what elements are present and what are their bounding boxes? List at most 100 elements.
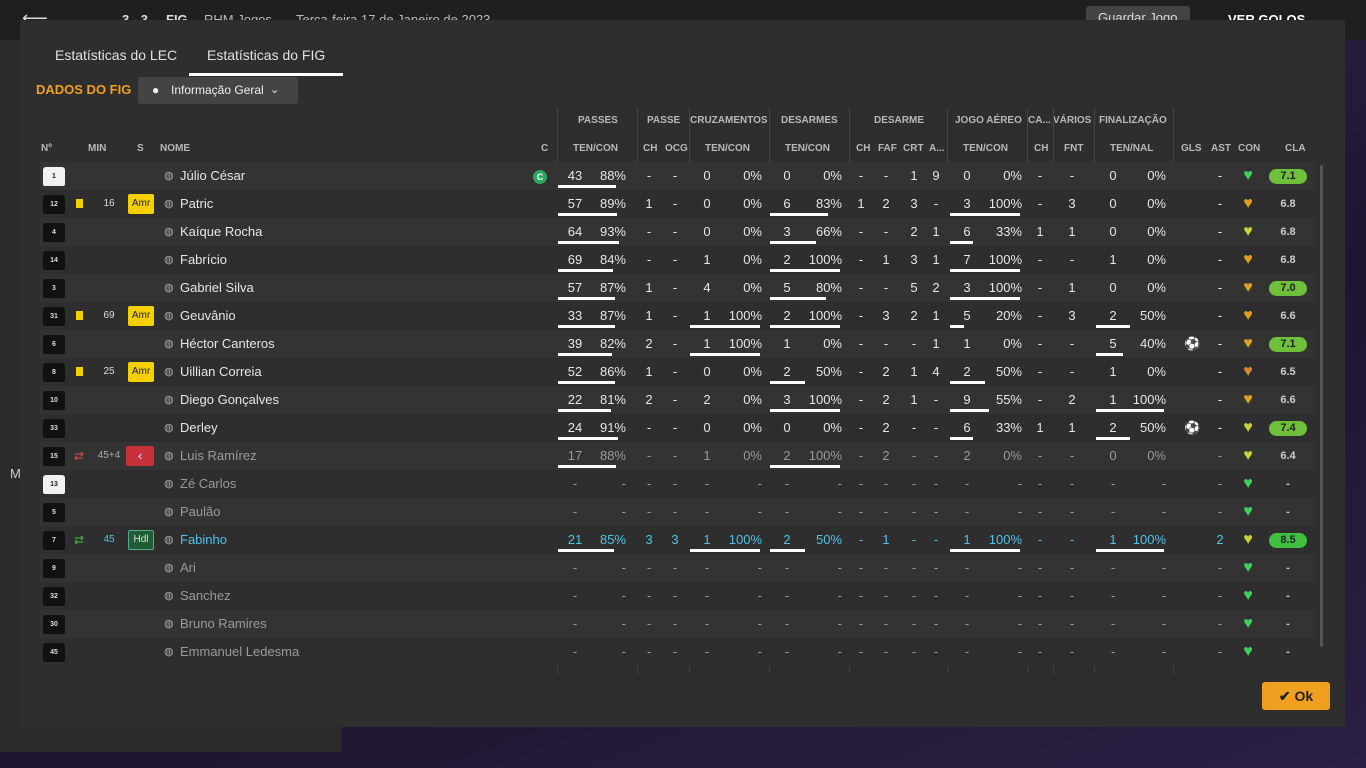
- col-ast[interactable]: AST: [1211, 143, 1231, 154]
- vertical-scrollbar[interactable]: [1320, 165, 1323, 647]
- shirt-number-icon: 4: [43, 223, 65, 242]
- ca-ch-value: -: [1037, 532, 1043, 547]
- player-name[interactable]: Diego Gonçalves: [180, 386, 279, 414]
- col-fin-tennal[interactable]: TEN/NAL: [1110, 143, 1153, 154]
- finalizacao-attempts: 1: [1109, 252, 1117, 267]
- col-passe-ch[interactable]: CH: [643, 143, 657, 154]
- condition-heart-icon: ♥: [1243, 643, 1253, 660]
- col-ca-ch[interactable]: CH: [1034, 143, 1048, 154]
- passe-ocg-value: -: [672, 616, 678, 631]
- col-desarme-ch[interactable]: CH: [856, 143, 870, 154]
- col-crt[interactable]: CRT: [903, 143, 924, 154]
- ast-value: -: [1217, 308, 1223, 323]
- table-row[interactable]: 45 ◍ Emmanuel Ledesma - - - - - - - - - - - - - - - - - - - ♥ -: [40, 638, 1314, 666]
- player-name[interactable]: Kaíque Rocha: [180, 218, 262, 246]
- player-name[interactable]: Patric: [180, 190, 213, 218]
- col-passes-tencon[interactable]: TEN/CON: [573, 143, 618, 154]
- passes-bar: [558, 269, 613, 272]
- ca-ch-value: -: [1037, 588, 1043, 603]
- status-badge: Amr: [128, 306, 154, 326]
- player-name[interactable]: Ari: [180, 554, 196, 582]
- table-row[interactable]: 1 ◍ Júlio César C 43 88% - -0 0% 0 0% - -1 9 0 0% - -0 0% -…: [40, 162, 1314, 190]
- condition-heart-icon: ♥: [1243, 447, 1253, 464]
- shirt-number-icon: 12: [43, 195, 65, 214]
- cruzamentos-attempts: 0: [703, 224, 711, 239]
- tab-lec-stats[interactable]: Estatísticas do LEC: [55, 20, 177, 74]
- col-des-tencon[interactable]: TEN/CON: [785, 143, 830, 154]
- player-name[interactable]: Héctor Canteros: [180, 330, 275, 358]
- passes-bar: [558, 353, 612, 356]
- finalizacao-attempts: 0: [1109, 196, 1117, 211]
- passe-ch-value: 1: [645, 308, 653, 323]
- col-fnt[interactable]: FNT: [1064, 143, 1083, 154]
- crt-value: 1: [910, 168, 918, 183]
- table-row[interactable]: 10 ◍ Diego Gonçalves 22 81% 2-2 0% 3 100% -2 1-9 55…: [40, 386, 1314, 414]
- col-aereo-tencon[interactable]: TEN/CON: [963, 143, 1008, 154]
- table-row[interactable]: 4 ◍ Kaíque Rocha 64 93% - -0 0% 3 66% - -2 1 6 33% 1 1 0 0…: [40, 218, 1314, 246]
- jogo-aereo-attempts: 1: [963, 336, 971, 351]
- fnt-value: 3: [1068, 308, 1076, 323]
- player-name[interactable]: Bruno Ramires: [180, 610, 267, 638]
- tab-fig-stats[interactable]: Estatísticas do FIG: [188, 20, 344, 76]
- col-passe-ocg[interactable]: OCG: [665, 143, 688, 154]
- table-row[interactable]: 30 ◍ Bruno Ramires - - - - - - - - - - - - - - - - - - - ♥ -: [40, 610, 1314, 638]
- col-a[interactable]: A...: [929, 143, 945, 154]
- substitution-in-icon: ⇄: [74, 533, 85, 547]
- col-con[interactable]: CON: [1238, 143, 1260, 154]
- col-cruz-tencon[interactable]: TEN/CON: [705, 143, 750, 154]
- table-row[interactable]: 15 ⇄ 45+4 ‹ ◍ Luis Ramírez 17 88% - -1 0% 2 100% -2- -…: [40, 442, 1314, 470]
- player-name[interactable]: Sanchez: [180, 582, 231, 610]
- shirt-number-icon: 10: [43, 391, 65, 410]
- player-name[interactable]: Derley: [180, 414, 218, 442]
- table-row[interactable]: 7 ⇄ 45 Hdl ◍ Fabinho 21 85% 3 3 1 100% 2 50% -1- -1 100%…: [40, 526, 1314, 554]
- table-row[interactable]: 33 ◍ Derley 24 91% - -0 0% 0 0% -2- -6 33% 1 1 2 50% ⚽ - ♥ 7…: [40, 414, 1314, 442]
- col-cla[interactable]: CLA: [1285, 143, 1306, 154]
- table-row[interactable]: 5 ◍ Paulão - - - - - - - - - - - - - - - - - - - ♥ -: [40, 498, 1314, 526]
- table-row[interactable]: 14 ◍ Fabrício 69 84% - -1 0% 2 100% -1 3 1 7 100% - -1 0%…: [40, 246, 1314, 274]
- col-min[interactable]: MIN: [88, 143, 106, 154]
- cruzamentos-percent: -: [757, 588, 762, 603]
- col-num[interactable]: Nº: [41, 143, 52, 154]
- finalizacao-percent: 0%: [1147, 252, 1166, 267]
- table-row[interactable]: 9 ◍ Ari - - - - - - - - - - - - - - - - - - - ♥ -: [40, 554, 1314, 582]
- table-row[interactable]: 6 ◍ Héctor Canteros 39 82% 2-1 100% 1 0% - - -1 1 0% -…: [40, 330, 1314, 358]
- jogo-aereo-bar: [950, 549, 1020, 552]
- ast-value: -: [1217, 168, 1223, 183]
- ok-button[interactable]: ✔ Ok: [1262, 682, 1330, 710]
- player-name[interactable]: Geuvânio: [180, 302, 236, 330]
- fnt-value: -: [1069, 448, 1075, 463]
- faf-value: -: [883, 588, 889, 603]
- col-c[interactable]: C: [541, 143, 548, 154]
- ast-value: -: [1217, 616, 1223, 631]
- col-nome[interactable]: NOME: [160, 143, 190, 154]
- player-name[interactable]: Emmanuel Ledesma: [180, 638, 299, 666]
- table-row[interactable]: 8 25 Amr ◍ Uillian Correia 52 86% 1-0 0% 2 50% -2 1 4…: [40, 358, 1314, 386]
- player-name[interactable]: Fabinho: [180, 526, 227, 554]
- desarme-ch-value: -: [858, 560, 864, 575]
- fnt-value: -: [1069, 560, 1075, 575]
- shirt-number-icon: 33: [43, 419, 65, 438]
- player-name[interactable]: Zé Carlos: [180, 470, 236, 498]
- player-name[interactable]: Paulão: [180, 498, 220, 526]
- player-name[interactable]: Gabriel Silva: [180, 274, 254, 302]
- col-gls[interactable]: GLS: [1181, 143, 1202, 154]
- table-row[interactable]: 13 ◍ Zé Carlos - - - - - - - - - - - - - - - - - - - ♥ -: [40, 470, 1314, 498]
- desarmes-attempts: -: [784, 588, 790, 603]
- table-row[interactable]: 31 69 Amr ◍ Geuvânio 33 87% 1-1 100% 2 100% -3 2 1 5 20…: [40, 302, 1314, 330]
- col-faf[interactable]: FAF: [878, 143, 897, 154]
- passes-percent: -: [621, 476, 626, 491]
- player-name[interactable]: Júlio César: [180, 162, 245, 190]
- table-row[interactable]: 12 16 Amr ◍ Patric 57 89% 1-0 0% 6 83% 1 2 3-3 100% -3 0…: [40, 190, 1314, 218]
- passes-attempts: -: [572, 560, 578, 575]
- table-row[interactable]: 3 ◍ Gabriel Silva 57 87% 1-4 0% 5 80% - -5 2 3 100% -1…: [40, 274, 1314, 302]
- shirt-number-icon: 1: [43, 167, 65, 186]
- condition-heart-icon: ♥: [1243, 587, 1253, 604]
- col-s[interactable]: S: [137, 143, 144, 154]
- info-view-dropdown[interactable]: ● Informação Geral ⌄: [138, 77, 298, 104]
- status-badge: Amr: [128, 194, 154, 214]
- player-name[interactable]: Uillian Correia: [180, 358, 262, 386]
- a-value: -: [933, 476, 939, 491]
- player-name[interactable]: Fabrício: [180, 246, 227, 274]
- table-row[interactable]: 32 ◍ Sanchez - - - - - - - - - - - - - - - - - - - ♥ -: [40, 582, 1314, 610]
- player-name[interactable]: Luis Ramírez: [180, 442, 257, 470]
